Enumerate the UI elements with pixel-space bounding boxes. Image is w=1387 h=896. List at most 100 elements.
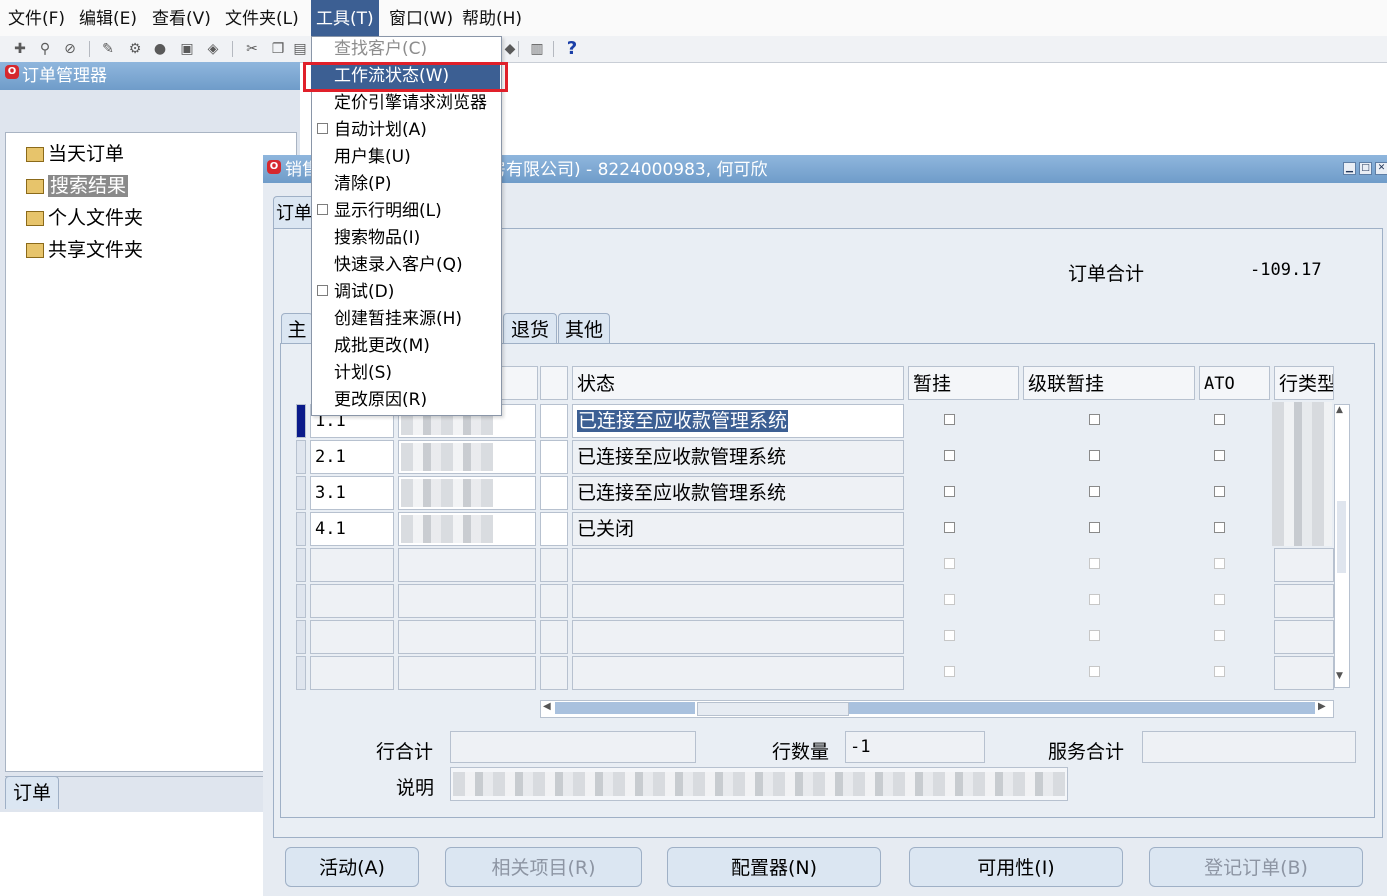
horizontal-scrollbar[interactable]: ◀ ▶	[540, 700, 1334, 718]
status-cell[interactable]	[572, 656, 904, 690]
cascade-hold-checkbox[interactable]	[1089, 486, 1100, 497]
hold-checkbox[interactable]	[944, 594, 955, 605]
item-cell[interactable]	[398, 584, 536, 618]
line-number-cell[interactable]: 4.1	[310, 512, 394, 546]
help-icon[interactable]: ?	[562, 39, 582, 59]
folder-tools-icon[interactable]: ▥	[527, 39, 547, 59]
hold-checkbox[interactable]	[944, 450, 955, 461]
row-selector[interactable]	[296, 656, 306, 690]
cascade-hold-checkbox[interactable]	[1089, 450, 1100, 461]
hold-checkbox[interactable]	[944, 558, 955, 569]
menu-edit[interactable]: 编辑(E)	[74, 0, 142, 36]
new-record-icon[interactable]: ✚	[10, 39, 30, 59]
line-type-cell[interactable]	[1274, 548, 1334, 582]
hold-checkbox[interactable]	[944, 666, 955, 677]
line-type-cell[interactable]	[1272, 438, 1332, 474]
status-cell[interactable]: 已连接至应收款管理系统	[572, 404, 904, 438]
close-icon[interactable]: ✕	[1375, 162, 1387, 175]
ato-checkbox[interactable]	[1214, 486, 1225, 497]
menu-item-auto-schedule[interactable]: 自动计划(A)	[334, 117, 427, 144]
menu-item-mass-change[interactable]: 成批更改(M)	[334, 333, 430, 360]
tree-item-personal-folders[interactable]: 个人文件夹	[26, 205, 143, 231]
row-selector[interactable]	[296, 620, 306, 654]
item-cell[interactable]	[398, 548, 536, 582]
vertical-scrollbar[interactable]: ▲ ▼	[1334, 404, 1350, 688]
item-cell[interactable]	[398, 512, 536, 546]
blank-cell[interactable]	[540, 476, 568, 510]
scroll-down-icon[interactable]: ▼	[1336, 671, 1343, 681]
ato-checkbox[interactable]	[1214, 630, 1225, 641]
blank-cell[interactable]	[540, 440, 568, 474]
line-type-cell[interactable]	[1272, 474, 1332, 510]
row-selector[interactable]	[296, 584, 306, 618]
menu-item-create-hold-source[interactable]: 创建暂挂来源(H)	[334, 306, 462, 333]
cascade-hold-checkbox[interactable]	[1089, 594, 1100, 605]
translation-icon[interactable]: ◆	[500, 39, 520, 59]
tree-item-search-results[interactable]: 搜索结果	[26, 173, 129, 199]
scroll-up-icon[interactable]: ▲	[1336, 405, 1343, 415]
scroll-thumb[interactable]	[697, 702, 849, 716]
navigate-icon[interactable]: ⊘	[60, 39, 80, 59]
description-field[interactable]	[450, 767, 1068, 801]
activities-button[interactable]: 活动(A)	[285, 847, 419, 887]
menu-item-find-customer[interactable]: 查找客户(C)	[334, 36, 427, 63]
menu-tools[interactable]: 工具(T)	[311, 0, 379, 36]
hold-checkbox[interactable]	[944, 630, 955, 641]
tree-item-shared-folders[interactable]: 共享文件夹	[26, 237, 143, 263]
copy-icon[interactable]: ❐	[268, 39, 288, 59]
status-cell[interactable]	[572, 584, 904, 618]
ato-checkbox[interactable]	[1214, 522, 1225, 533]
menu-item-quick-customer-entry[interactable]: 快速录入客户(Q)	[334, 252, 463, 279]
blank-cell[interactable]	[540, 584, 568, 618]
menu-window[interactable]: 窗口(W)	[384, 0, 458, 36]
line-type-cell[interactable]	[1272, 402, 1332, 438]
cascade-hold-checkbox[interactable]	[1089, 414, 1100, 425]
availability-button[interactable]: 可用性(I)	[909, 847, 1123, 887]
cut-icon[interactable]: ✂	[242, 39, 262, 59]
status-cell[interactable]: 已连接至应收款管理系统	[572, 476, 904, 510]
minimize-icon[interactable]: ▁	[1343, 162, 1356, 175]
row-selector[interactable]	[296, 404, 306, 438]
line-type-cell[interactable]	[1274, 656, 1334, 690]
cascade-hold-checkbox[interactable]	[1089, 558, 1100, 569]
ato-checkbox[interactable]	[1214, 666, 1225, 677]
scroll-right-icon[interactable]: ▶	[1318, 701, 1326, 712]
menu-view[interactable]: 查看(V)	[147, 0, 216, 36]
hold-checkbox[interactable]	[944, 414, 955, 425]
item-cell[interactable]	[398, 476, 536, 510]
tab-others[interactable]: 其他	[558, 313, 610, 344]
tab-order-header[interactable]: 订单	[273, 196, 315, 229]
scroll-thumb[interactable]	[1337, 501, 1346, 573]
tab-main[interactable]: 主	[281, 313, 313, 344]
paste-icon[interactable]: ▤	[290, 39, 310, 59]
book-order-button[interactable]: 登记订单(B)	[1149, 847, 1363, 887]
blank-cell[interactable]	[540, 512, 568, 546]
hold-checkbox[interactable]	[944, 522, 955, 533]
hold-checkbox[interactable]	[944, 486, 955, 497]
row-selector[interactable]	[296, 476, 306, 510]
line-number-cell[interactable]	[310, 548, 394, 582]
line-count-field[interactable]: -1	[845, 731, 985, 763]
menu-item-search-items[interactable]: 搜索物品(I)	[334, 225, 420, 252]
line-number-cell[interactable]	[310, 584, 394, 618]
line-total-field[interactable]	[450, 731, 696, 763]
menu-item-pricing-engine[interactable]: 定价引擎请求浏览器	[334, 90, 487, 117]
ato-checkbox[interactable]	[1214, 594, 1225, 605]
status-cell[interactable]: 已关闭	[572, 512, 904, 546]
attachments-icon[interactable]: ◈	[203, 39, 223, 59]
menu-item-user-sets[interactable]: 用户集(U)	[334, 144, 411, 171]
find-icon[interactable]: ⚲	[35, 39, 55, 59]
cascade-hold-checkbox[interactable]	[1089, 522, 1100, 533]
scroll-left-icon[interactable]: ◀	[543, 701, 551, 712]
menu-item-schedule[interactable]: 计划(S)	[334, 360, 392, 387]
ato-checkbox[interactable]	[1214, 414, 1225, 425]
line-number-cell[interactable]	[310, 620, 394, 654]
menu-item-debug[interactable]: 调试(D)	[334, 279, 394, 306]
next-step-icon[interactable]: ⚙	[125, 39, 145, 59]
menu-folder[interactable]: 文件夹(L)	[220, 0, 304, 36]
status-cell[interactable]	[572, 548, 904, 582]
line-type-cell[interactable]	[1272, 510, 1332, 546]
cascade-hold-checkbox[interactable]	[1089, 666, 1100, 677]
close-form-icon[interactable]: ▣	[177, 39, 197, 59]
menu-file[interactable]: 文件(F)	[3, 0, 70, 36]
